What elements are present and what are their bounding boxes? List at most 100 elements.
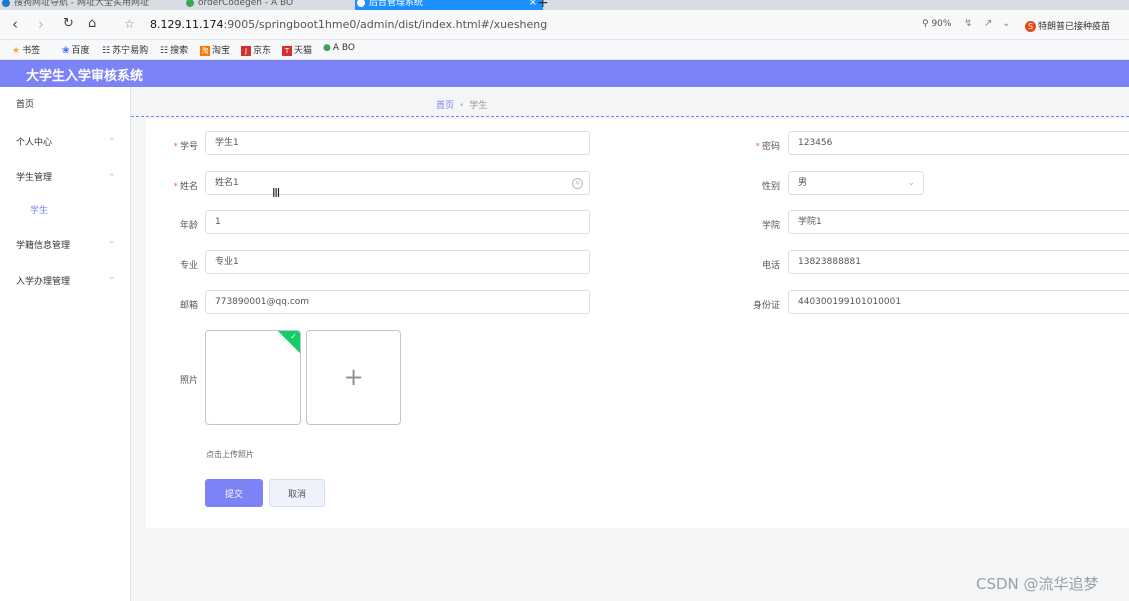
student-id-label: * 学号 <box>138 139 198 152</box>
name-value: 姓名1 <box>215 178 239 188</box>
tab-label: orderCodegen - A BO <box>198 0 294 8</box>
bookmark-label: 天猫 <box>294 46 313 56</box>
sidebar-item-student-management[interactable]: 学生管理 <box>16 170 52 183</box>
abo-icon: ● <box>323 43 331 53</box>
app-title: 大学生入学审核系统 <box>26 69 144 84</box>
bookmark-label: 苏宁易购 <box>112 46 149 56</box>
sidebar-item-home[interactable]: 首页 <box>16 97 34 110</box>
age-input[interactable]: 1 <box>205 210 590 234</box>
student-id-value: 学生1 <box>215 138 239 148</box>
sidebar-subitem-student[interactable]: 学生 <box>30 203 48 216</box>
college-label: 学院 <box>761 221 780 231</box>
email-value: 773890001@qq.com <box>215 297 310 307</box>
zoom-value: 90% <box>931 19 952 29</box>
password-value: 123456 <box>798 138 833 148</box>
chevron-down-icon[interactable]: ⌄ <box>1002 18 1010 29</box>
student-id-label-text: 学号 <box>179 142 198 152</box>
news-text: 特朗普已接种疫苗 <box>1038 22 1111 32</box>
college-value: 学院1 <box>798 217 822 227</box>
watermark: CSDN @流华追梦 <box>976 575 1099 593</box>
bookmark-item[interactable]: ❀ 百度 <box>62 43 90 56</box>
browser-tab-strip: 搜狗网址导航 - 网址大全实用网址 orderCodegen - A BO 后台… <box>0 0 1129 10</box>
lightning-icon[interactable]: ↯ <box>964 18 972 29</box>
phone-label: 电话 <box>761 261 780 271</box>
reload-icon[interactable]: ↻ <box>63 15 74 33</box>
clear-icon[interactable]: × <box>572 178 583 189</box>
required-mark: * <box>173 142 178 152</box>
sidebar: 首页 个人中心 ⌄ 学生管理 ⌃ 学生 学籍信息管理 ⌄ 入学办理管理 ⌄ <box>0 87 131 601</box>
news-ticker[interactable]: S 特朗普已接种疫苗 <box>1025 19 1110 32</box>
bookmark-label: 书签 <box>22 46 41 56</box>
tab-favicon-icon <box>357 0 365 7</box>
globe-icon: ☷ <box>102 46 111 56</box>
forward-icon[interactable]: › <box>38 15 44 33</box>
url-host: 8.129.11.174 <box>150 18 224 31</box>
photo-upload-button[interactable]: + <box>306 330 401 425</box>
required-mark: * <box>755 142 760 152</box>
student-id-input[interactable]: 学生1 <box>205 131 590 155</box>
id-card-input[interactable]: 440300199101010001 <box>788 290 1129 314</box>
email-label: 邮箱 <box>179 301 198 311</box>
sogou-icon: S <box>1025 21 1036 32</box>
tmall-icon: T <box>282 46 292 56</box>
globe-icon: ☷ <box>160 46 169 56</box>
star-icon[interactable]: ☆ <box>124 15 135 33</box>
name-label: * 姓名 <box>138 179 198 192</box>
bookmark-item[interactable]: ★ 书签 <box>12 43 40 56</box>
college-input[interactable]: 学院1 <box>788 210 1129 234</box>
breadcrumb: 首页 • 学生 <box>436 98 487 111</box>
star-icon: ★ <box>12 46 21 56</box>
id-card-label: 身份证 <box>752 301 780 311</box>
bookmarks-bar: ★ 书签 ❀ 百度 ☷ 苏宁易购 ☷ 搜索 淘淘宝 J 京东 T 天猫 ● A BO <box>0 40 1129 60</box>
bookmark-item[interactable]: ☷ 搜索 <box>160 43 188 56</box>
tab-label: 搜狗网址导航 - 网址大全实用网址 <box>14 0 149 8</box>
tab-favicon-icon <box>186 0 194 7</box>
tab-favicon-icon <box>2 0 10 7</box>
email-input[interactable]: 773890001@qq.com <box>205 290 590 314</box>
check-icon: ✓ <box>290 332 297 341</box>
breadcrumb-current: 学生 <box>469 101 488 111</box>
phone-value: 13823888881 <box>798 257 861 267</box>
sidebar-item-enrollment-management[interactable]: 入学办理管理 <box>16 274 70 287</box>
bookmark-item[interactable]: ☷ 苏宁易购 <box>102 43 148 56</box>
gender-label: 性别 <box>761 182 780 192</box>
divider <box>131 116 1129 117</box>
zoom-level[interactable]: ⚲ 90% <box>922 19 951 29</box>
password-label-text: 密码 <box>761 142 780 152</box>
bookmark-label: 百度 <box>71 46 90 56</box>
breadcrumb-separator: • <box>459 101 465 111</box>
name-label-text: 姓名 <box>179 182 198 192</box>
cancel-button[interactable]: 取消 <box>269 479 325 507</box>
password-input[interactable]: 123456 <box>788 131 1129 155</box>
new-tab-button[interactable]: + <box>537 0 549 10</box>
bookmark-item[interactable]: T 天猫 <box>282 43 312 56</box>
bookmark-label: 淘宝 <box>212 46 231 56</box>
upload-hint: 点击上传照片 <box>206 450 254 459</box>
bookmark-item[interactable]: J 京东 <box>241 43 271 56</box>
breadcrumb-home[interactable]: 首页 <box>436 101 454 111</box>
browser-tab-active[interactable]: 后台管理系统 × <box>355 0 543 10</box>
age-label: 年龄 <box>179 221 198 231</box>
home-icon[interactable]: ⌂ <box>88 15 96 33</box>
age-value: 1 <box>215 217 221 227</box>
bookmark-item[interactable]: ● A BO <box>323 43 355 53</box>
bookmark-item[interactable]: 淘淘宝 <box>200 43 230 56</box>
gender-select[interactable]: 男 ⌄ <box>788 171 924 195</box>
major-label: 专业 <box>179 261 198 271</box>
close-tab-icon[interactable]: × <box>529 0 537 10</box>
sidebar-item-status-management[interactable]: 学籍信息管理 <box>16 238 70 251</box>
bookmark-label: 搜索 <box>170 46 189 56</box>
phone-input[interactable]: 13823888881 <box>788 250 1129 274</box>
jd-icon: J <box>241 46 251 56</box>
submit-button[interactable]: 提交 <box>205 479 263 507</box>
back-icon[interactable]: ‹ <box>12 15 18 33</box>
url-field[interactable]: 8.129.11.174:9005/springboot1hme0/admin/… <box>150 18 547 31</box>
browser-tab[interactable]: 搜狗网址导航 - 网址大全实用网址 <box>0 0 149 10</box>
browser-tab[interactable]: orderCodegen - A BO <box>184 0 293 10</box>
uploaded-photo[interactable]: ✓ <box>205 330 301 425</box>
share-icon[interactable]: ↗ <box>984 18 992 29</box>
name-input[interactable]: 姓名1 × <box>205 171 590 195</box>
gender-value: 男 <box>798 178 808 188</box>
sidebar-item-personal-center[interactable]: 个人中心 <box>16 135 52 148</box>
major-input[interactable]: 专业1 <box>205 250 590 274</box>
